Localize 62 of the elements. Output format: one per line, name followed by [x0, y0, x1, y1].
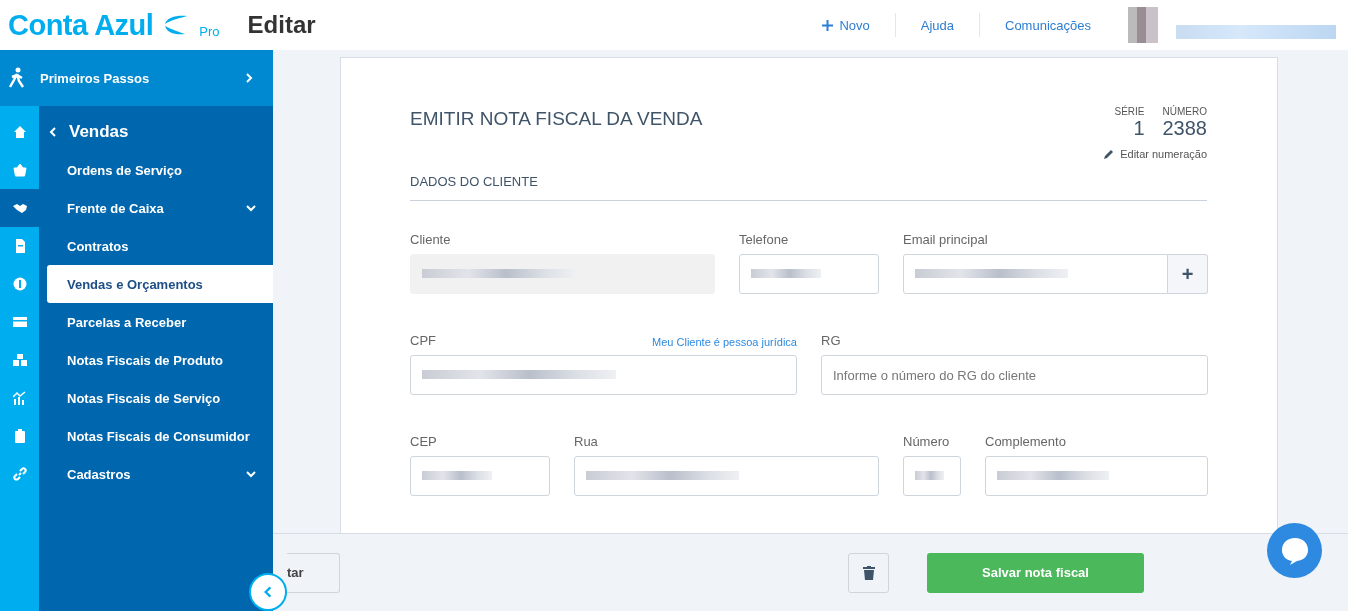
header-link[interactable]: Ajuda — [894, 13, 979, 37]
walking-person-icon — [8, 67, 26, 89]
input-field[interactable] — [410, 456, 550, 496]
page-title: Editar — [247, 11, 316, 39]
field-label: Cliente — [410, 232, 451, 247]
pencil-icon — [1103, 148, 1116, 160]
primeiros-passos-item[interactable]: Primeiros Passos — [0, 50, 273, 106]
sidebar-item[interactable]: Frente de Caixa — [47, 189, 273, 227]
clipboard-icon[interactable] — [12, 429, 27, 443]
chart-icon[interactable] — [12, 391, 27, 405]
numero-value: 2388 — [1162, 117, 1207, 140]
numero-label: NÚMERO — [1162, 106, 1207, 117]
input-field[interactable] — [574, 456, 879, 496]
input-field[interactable] — [739, 254, 879, 294]
vendas-section-heading[interactable]: Vendas — [39, 113, 273, 151]
plus-icon — [822, 19, 834, 31]
card-icon[interactable] — [12, 315, 27, 329]
home-icon[interactable] — [12, 125, 27, 139]
sidebar-item[interactable]: Ordens de Serviço — [47, 151, 273, 189]
sidebar-item[interactable]: Notas Fiscais de Consumidor — [47, 417, 273, 455]
sidebar-item[interactable]: Contratos — [47, 227, 273, 265]
boxes-icon[interactable] — [12, 353, 27, 367]
handshake-icon[interactable] — [12, 201, 27, 215]
back-chevron-icon — [47, 126, 59, 138]
field-label: Email principal — [903, 232, 988, 247]
secondary-button[interactable]: tar — [287, 552, 340, 593]
input-field[interactable] — [985, 456, 1208, 496]
sidebar-item[interactable]: Notas Fiscais de Serviço — [47, 379, 273, 417]
field-label: CEP — [410, 434, 437, 449]
speech-bubble-icon — [1279, 535, 1310, 566]
chevron-right-icon — [243, 72, 255, 84]
plan-label: Pro — [199, 23, 220, 39]
serie-value: 1 — [1133, 117, 1145, 140]
header-link[interactable]: Novo — [822, 13, 895, 37]
chat-button[interactable] — [1267, 523, 1322, 578]
input-field[interactable] — [903, 456, 961, 496]
section-heading: DADOS DO CLIENTE — [410, 174, 1207, 201]
input-field[interactable] — [410, 355, 797, 395]
add-email-button[interactable]: + — [1168, 254, 1208, 294]
edit-numbering-link[interactable]: Editar numeração — [1103, 148, 1207, 160]
field-label: CPF — [410, 333, 436, 348]
field-label: Complemento — [985, 434, 1066, 449]
collapse-sidebar-button[interactable] — [249, 573, 287, 611]
dollar-icon[interactable] — [12, 277, 27, 291]
form-title: EMITIR NOTA FISCAL DA VENDA — [410, 108, 703, 131]
field-label: Rua — [574, 434, 598, 449]
sidebar-item[interactable]: Cadastros — [47, 455, 273, 493]
basket-icon[interactable] — [12, 163, 27, 177]
field-label: Número — [903, 434, 950, 449]
serie-label: SÉRIE — [1114, 106, 1145, 117]
trash-icon — [862, 565, 875, 580]
input-field[interactable]: Informe o número do RG do cliente — [821, 355, 1208, 395]
delete-button[interactable] — [848, 552, 889, 593]
sidebar-item[interactable]: Notas Fiscais de Produto — [47, 341, 273, 379]
avatar[interactable] — [1128, 7, 1158, 43]
header-link[interactable]: Comunicações — [979, 13, 1116, 37]
field-label: RG — [821, 333, 841, 348]
link-icon[interactable] — [12, 467, 27, 481]
legal-entity-link[interactable]: Meu Cliente é pessoa jurídica — [652, 336, 797, 348]
field-label: Telefone — [739, 232, 789, 247]
sidebar-item[interactable]: Vendas e Orçamentos — [47, 265, 273, 303]
sidebar-item[interactable]: Parcelas a Receber — [47, 303, 273, 341]
